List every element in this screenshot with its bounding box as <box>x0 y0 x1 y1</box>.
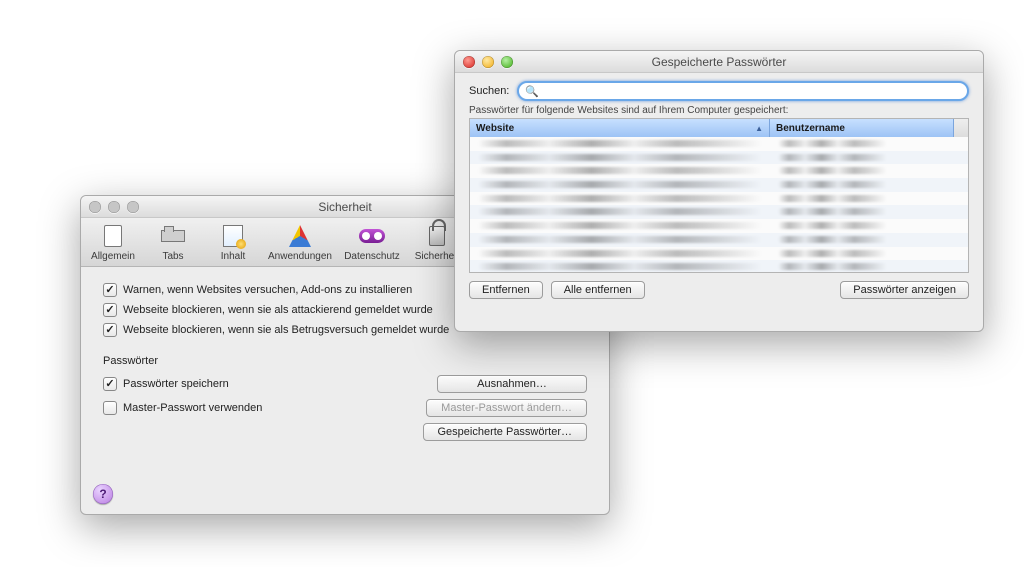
table-row[interactable] <box>470 151 968 165</box>
help-button[interactable]: ? <box>93 484 113 504</box>
table-row[interactable] <box>470 205 968 219</box>
passwords-window-title: Gespeicherte Passwörter <box>455 55 983 69</box>
row-saved-passwords: Gespeicherte Passwörter… <box>103 423 587 441</box>
search-box[interactable]: 🔍 <box>517 81 969 101</box>
applications-icon <box>284 223 316 249</box>
cell-website <box>470 151 770 165</box>
table-row[interactable] <box>470 178 968 192</box>
cell-username <box>770 192 968 206</box>
label-use-master-password: Master-Passwort verwenden <box>123 402 262 414</box>
table-row[interactable] <box>470 233 968 247</box>
passwords-table: Website ▲ Benutzername <box>469 118 969 273</box>
passwords-footer: Entfernen Alle entfernen Passwörter anze… <box>469 281 969 299</box>
row-master-password: Master-Passwort verwenden Master-Passwor… <box>103 399 587 417</box>
lock-icon <box>421 223 453 249</box>
passwords-body: Suchen: 🔍 Passwörter für folgende Websit… <box>455 73 983 309</box>
privacy-mask-icon <box>356 223 388 249</box>
column-header-website[interactable]: Website ▲ <box>470 119 770 137</box>
saved-passwords-button[interactable]: Gespeicherte Passwörter… <box>423 423 588 441</box>
column-header-username[interactable]: Benutzername <box>770 119 954 137</box>
label-warn-addons: Warnen, wenn Websites versuchen, Add-ons… <box>123 284 412 296</box>
table-row[interactable] <box>470 219 968 233</box>
toolbar-item-anwendungen[interactable]: Anwendungen <box>263 221 337 266</box>
show-passwords-button[interactable]: Passwörter anzeigen <box>840 281 969 299</box>
sort-ascending-icon: ▲ <box>755 124 763 133</box>
search-input[interactable] <box>543 85 961 97</box>
label-block-attack: Webseite blockieren, wenn sie als attack… <box>123 304 433 316</box>
scrollbar[interactable] <box>954 119 968 137</box>
cell-username <box>770 205 968 219</box>
toolbar-item-inhalt[interactable]: Inhalt <box>203 221 263 266</box>
saved-passwords-window: Gespeicherte Passwörter Suchen: 🔍 Passwö… <box>454 50 984 332</box>
cell-website <box>470 205 770 219</box>
tabs-icon <box>157 223 189 249</box>
passwords-section-label: Passwörter <box>103 355 587 367</box>
toolbar-item-allgemein[interactable]: Allgemein <box>83 221 143 266</box>
help-icon: ? <box>99 487 106 501</box>
search-row: Suchen: 🔍 <box>469 81 969 101</box>
toolbar-item-tabs[interactable]: Tabs <box>143 221 203 266</box>
checkbox-block-fraud[interactable] <box>103 323 117 337</box>
exceptions-button[interactable]: Ausnahmen… <box>437 375 587 393</box>
general-icon <box>97 223 129 249</box>
remove-button[interactable]: Entfernen <box>469 281 543 299</box>
table-row[interactable] <box>470 164 968 178</box>
search-icon: 🔍 <box>525 85 539 98</box>
search-label: Suchen: <box>469 85 509 97</box>
label-block-fraud: Webseite blockieren, wenn sie als Betrug… <box>123 324 449 336</box>
cell-username <box>770 233 968 247</box>
cell-username <box>770 178 968 192</box>
cell-username <box>770 151 968 165</box>
checkbox-save-passwords[interactable] <box>103 377 117 391</box>
checkbox-warn-addons[interactable] <box>103 283 117 297</box>
cell-website <box>470 137 770 151</box>
cell-website <box>470 219 770 233</box>
table-row[interactable] <box>470 192 968 206</box>
table-row[interactable] <box>470 260 968 273</box>
cell-username <box>770 164 968 178</box>
cell-website <box>470 233 770 247</box>
cell-username <box>770 247 968 261</box>
cell-username <box>770 137 968 151</box>
checkbox-block-attack[interactable] <box>103 303 117 317</box>
change-master-password-button: Master-Passwort ändern… <box>426 399 587 417</box>
content-icon <box>217 223 249 249</box>
cell-website <box>470 247 770 261</box>
toolbar-item-datenschutz[interactable]: Datenschutz <box>337 221 407 266</box>
table-header: Website ▲ Benutzername <box>470 119 968 137</box>
cell-website <box>470 178 770 192</box>
table-row[interactable] <box>470 247 968 261</box>
cell-username <box>770 260 968 273</box>
table-row[interactable] <box>470 137 968 151</box>
cell-website <box>470 260 770 273</box>
cell-website <box>470 164 770 178</box>
checkbox-use-master-password[interactable] <box>103 401 117 415</box>
label-save-passwords: Passwörter speichern <box>123 378 229 390</box>
row-save-passwords: Passwörter speichern Ausnahmen… <box>103 375 587 393</box>
cell-website <box>470 192 770 206</box>
passwords-rows <box>470 137 968 273</box>
passwords-hint: Passwörter für folgende Websites sind au… <box>469 105 969 116</box>
passwords-titlebar[interactable]: Gespeicherte Passwörter <box>455 51 983 73</box>
cell-username <box>770 219 968 233</box>
remove-all-button[interactable]: Alle entfernen <box>551 281 645 299</box>
